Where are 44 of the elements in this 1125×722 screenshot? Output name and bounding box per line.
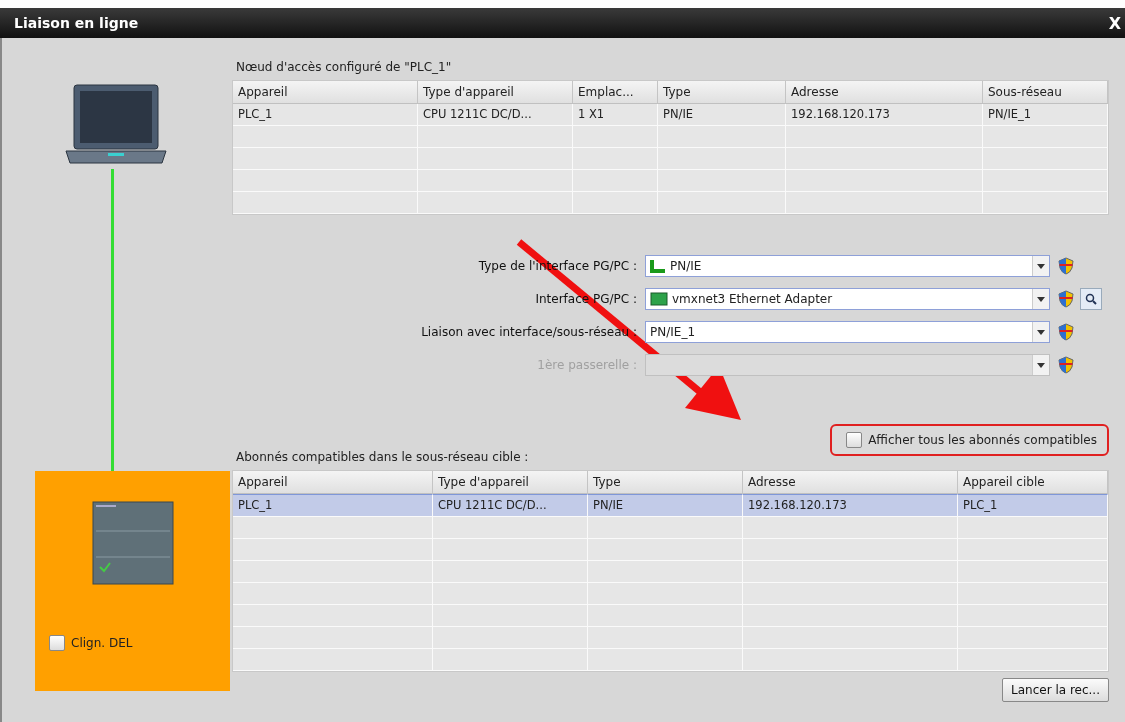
- column-header[interactable]: Adresse: [786, 81, 983, 104]
- network-icon: [650, 259, 666, 273]
- table-cell: PLC_1: [958, 494, 1108, 517]
- caret-icon: [1037, 263, 1045, 269]
- table-cell: 192.168.120.173: [786, 104, 983, 126]
- column-header[interactable]: Type d'appareil: [418, 81, 573, 104]
- shield-icon[interactable]: [1058, 323, 1074, 341]
- dropdown-field[interactable]: vmxnet3 Ethernet Adapter: [645, 288, 1050, 310]
- table-caption: Nœud d'accès configuré de "PLC_1": [236, 60, 453, 74]
- close-button[interactable]: X: [1108, 13, 1121, 33]
- table-cell: 1 X1: [573, 104, 658, 126]
- caret-icon: [1037, 362, 1045, 368]
- table-cell: CPU 1211C DC/D...: [418, 104, 573, 126]
- window-title: Liaison en ligne: [14, 15, 139, 31]
- start-search-button[interactable]: Lancer la rec...: [1002, 678, 1109, 702]
- column-header[interactable]: Sous-réseau: [983, 81, 1108, 104]
- caret-icon: [1037, 296, 1045, 302]
- shield-icon[interactable]: [1058, 290, 1074, 308]
- table-cell: PN/IE: [588, 494, 743, 517]
- table-cell: 192.168.120.173: [743, 494, 958, 517]
- shield-icon[interactable]: [1058, 257, 1074, 275]
- dropdown-field[interactable]: PN/IE: [645, 255, 1050, 277]
- column-header[interactable]: Type: [658, 81, 786, 104]
- table-cell: PN/IE: [658, 104, 786, 126]
- table-cell: PLC_1: [233, 494, 433, 517]
- table-caption: Abonnés compatibles dans le sous-réseau cible :: [236, 450, 530, 464]
- column-header[interactable]: Appareil cible: [958, 471, 1108, 494]
- column-header[interactable]: Appareil: [233, 471, 433, 494]
- column-header[interactable]: Adresse: [743, 471, 958, 494]
- column-header[interactable]: Type d'appareil: [433, 471, 588, 494]
- search-icon: [1085, 293, 1097, 305]
- column-header[interactable]: Appareil: [233, 81, 418, 104]
- plc-device-icon: [91, 501, 174, 585]
- column-header[interactable]: Type: [588, 471, 743, 494]
- table-cell: PLC_1: [233, 104, 418, 126]
- network-card-icon: [650, 292, 668, 306]
- column-header[interactable]: Emplac...: [573, 81, 658, 104]
- blink-led-checkbox[interactable]: Clign. DEL: [49, 635, 133, 651]
- show-all-checkbox[interactable]: Afficher tous les abonnés compatibles: [830, 424, 1109, 456]
- search-button[interactable]: [1080, 288, 1102, 310]
- caret-icon: [1037, 329, 1045, 335]
- dropdown-field[interactable]: PN/IE_1: [645, 321, 1050, 343]
- table-cell: PN/IE_1: [983, 104, 1108, 126]
- table-cell: CPU 1211C DC/D...: [433, 494, 588, 517]
